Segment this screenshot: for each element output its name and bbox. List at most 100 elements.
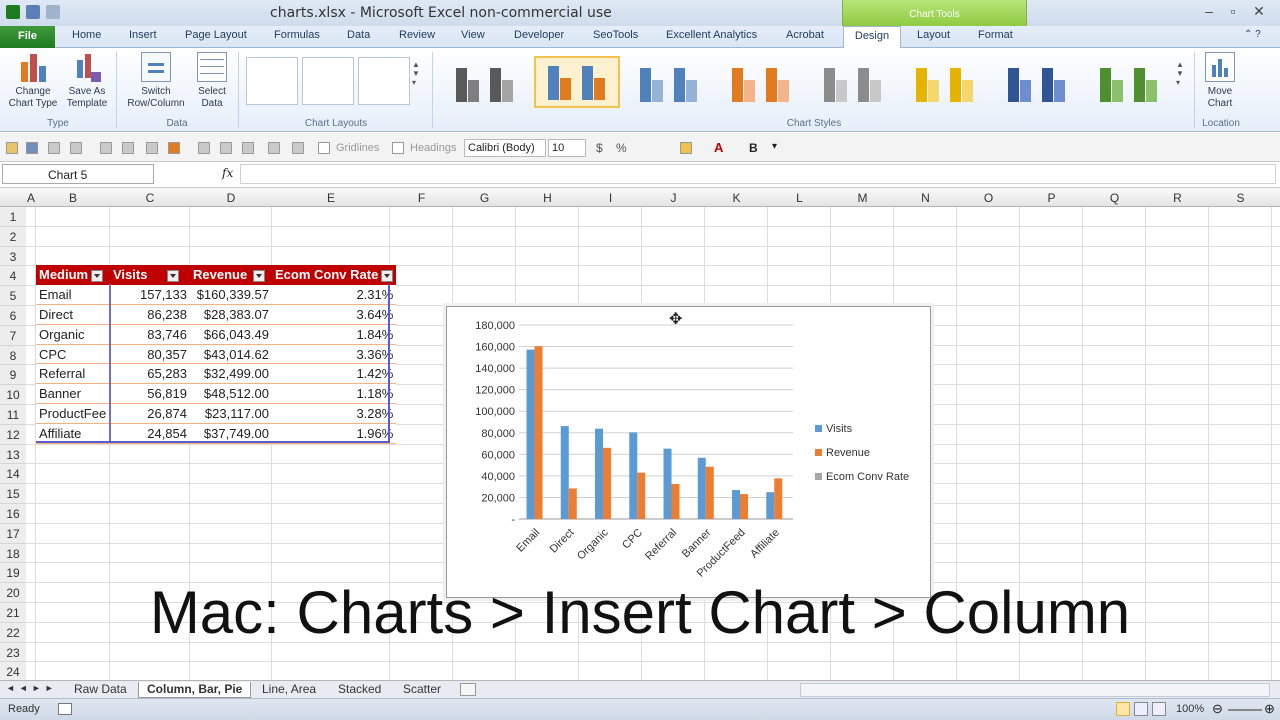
styles-scroll-icon[interactable]: ▲ ▼ ▾ bbox=[1176, 60, 1184, 87]
tab-developer[interactable]: Developer bbox=[514, 29, 564, 41]
tab-layout[interactable]: Layout bbox=[917, 29, 950, 41]
layouts-scroll-icon[interactable]: ▲ ▼ ▾ bbox=[412, 60, 420, 87]
row-header[interactable]: 1 bbox=[0, 207, 26, 227]
zoom-level[interactable]: 100% bbox=[1176, 703, 1204, 715]
sheet-tab-stacked[interactable]: Stacked bbox=[330, 682, 389, 698]
row-header[interactable]: 9 bbox=[0, 365, 26, 386]
select-data-button[interactable]: Select Data bbox=[192, 52, 232, 110]
col-header-d[interactable]: D bbox=[190, 191, 272, 205]
row-header[interactable]: 18 bbox=[0, 543, 26, 564]
table-cell[interactable]: Email bbox=[36, 284, 110, 306]
col-header-n[interactable]: N bbox=[894, 191, 957, 205]
row-header[interactable]: 12 bbox=[0, 424, 26, 445]
font-color-icon[interactable]: A bbox=[714, 140, 723, 155]
zoom-in-icon[interactable]: ⊕ bbox=[1264, 701, 1275, 717]
table-cell[interactable]: $43,014.62 bbox=[190, 344, 272, 365]
maximize-icon[interactable]: ▫ bbox=[1224, 3, 1242, 19]
excel-logo-icon[interactable] bbox=[6, 5, 20, 19]
bold-button[interactable]: B bbox=[749, 141, 758, 155]
col-header-o[interactable]: O bbox=[957, 191, 1020, 205]
sheet-tab-line-area[interactable]: Line, Area bbox=[254, 682, 324, 698]
table-cell[interactable]: ProductFee bbox=[36, 403, 110, 424]
font-family-select[interactable]: Calibri (Body) bbox=[464, 139, 546, 157]
col-header-s[interactable]: S bbox=[1209, 191, 1272, 205]
chart-style-6-thumbnail[interactable] bbox=[902, 56, 988, 108]
help-icon[interactable]: ⌃ ? bbox=[1244, 29, 1261, 40]
chart-style-4-thumbnail[interactable] bbox=[718, 56, 804, 108]
table-cell[interactable]: 1.42% bbox=[272, 363, 397, 385]
table-cell[interactable]: 3.36% bbox=[272, 344, 397, 365]
col-header-r[interactable]: R bbox=[1146, 191, 1209, 205]
row-header[interactable]: 16 bbox=[0, 504, 26, 524]
filter-dropdown-icon[interactable] bbox=[381, 269, 394, 282]
col-header-q[interactable]: Q bbox=[1083, 191, 1146, 205]
table-cell[interactable]: 26,874 bbox=[110, 403, 190, 424]
col-header-g[interactable]: G bbox=[453, 191, 516, 205]
table-cell[interactable]: $48,512.00 bbox=[190, 383, 272, 405]
tab-format[interactable]: Format bbox=[978, 29, 1013, 41]
tab-file[interactable]: File bbox=[0, 26, 55, 48]
chart-style-7-thumbnail[interactable] bbox=[994, 56, 1080, 108]
save-as-template-button[interactable]: Save As Template bbox=[62, 52, 112, 110]
col-header-j[interactable]: J bbox=[642, 191, 705, 205]
table-cell[interactable]: 1.84% bbox=[272, 324, 397, 345]
table-cell[interactable]: 3.28% bbox=[272, 403, 397, 424]
toolbar-icon[interactable] bbox=[48, 142, 60, 154]
table-header-cell[interactable]: Medium bbox=[36, 265, 110, 285]
sheet-nav-arrows-icon[interactable]: ◄◄►► bbox=[6, 683, 58, 693]
row-header[interactable]: 10 bbox=[0, 385, 26, 405]
table-cell[interactable]: $66,043.49 bbox=[190, 324, 272, 345]
table-cell[interactable]: $23,117.00 bbox=[190, 403, 272, 424]
page-layout-view-icon[interactable] bbox=[1134, 702, 1148, 716]
tab-data[interactable]: Data bbox=[347, 29, 370, 41]
row-header[interactable]: 11 bbox=[0, 405, 26, 425]
toolbar-overflow-icon[interactable]: ▾ bbox=[772, 141, 777, 152]
table-cell[interactable]: 83,746 bbox=[110, 324, 190, 345]
minimize-icon[interactable]: – bbox=[1200, 3, 1218, 19]
sheet-tab-scatter[interactable]: Scatter bbox=[395, 682, 449, 698]
table-cell[interactable]: 65,283 bbox=[110, 363, 190, 385]
col-header-l[interactable]: L bbox=[768, 191, 831, 205]
chart-layout-2-thumbnail[interactable] bbox=[302, 57, 354, 105]
page-break-view-icon[interactable] bbox=[1152, 702, 1166, 716]
row-header[interactable]: 17 bbox=[0, 523, 26, 544]
tab-insert[interactable]: Insert bbox=[129, 29, 157, 41]
undo-icon[interactable] bbox=[46, 5, 60, 19]
table-cell[interactable]: 3.64% bbox=[272, 304, 397, 325]
chart-layout-1-thumbnail[interactable] bbox=[246, 57, 298, 105]
table-cell[interactable]: 2.31% bbox=[272, 284, 397, 306]
col-header-i[interactable]: I bbox=[579, 191, 642, 205]
row-header[interactable]: 3 bbox=[0, 246, 26, 267]
tab-acrobat[interactable]: Acrobat bbox=[786, 29, 824, 41]
insert-sheet-icon[interactable] bbox=[460, 683, 476, 696]
normal-view-icon[interactable] bbox=[1116, 702, 1130, 716]
toolbar-icon[interactable] bbox=[122, 142, 134, 154]
name-box[interactable]: Chart 5 bbox=[2, 164, 154, 184]
table-cell[interactable]: 56,819 bbox=[110, 383, 190, 405]
table-cell[interactable]: 1.18% bbox=[272, 383, 397, 405]
table-cell[interactable]: 86,238 bbox=[110, 304, 190, 325]
tab-seotools[interactable]: SeoTools bbox=[593, 29, 638, 41]
tab-design[interactable]: Design bbox=[843, 26, 901, 49]
table-cell[interactable]: $160,339.57 bbox=[190, 284, 272, 306]
row-header[interactable]: 14 bbox=[0, 464, 26, 485]
macro-record-icon[interactable] bbox=[58, 703, 72, 715]
col-header-h[interactable]: H bbox=[516, 191, 579, 205]
currency-button[interactable]: $ bbox=[596, 141, 603, 155]
table-cell[interactable]: Referral bbox=[36, 363, 110, 385]
zoom-out-icon[interactable]: ⊖ bbox=[1212, 701, 1223, 717]
chart-style-2-thumbnail[interactable] bbox=[534, 56, 620, 108]
chart-icon[interactable] bbox=[168, 142, 180, 154]
insert-function-icon[interactable]: fx bbox=[222, 166, 233, 180]
table-cell[interactable]: $28,383.07 bbox=[190, 304, 272, 325]
tab-view[interactable]: View bbox=[461, 29, 485, 41]
percent-button[interactable]: % bbox=[616, 141, 627, 155]
toolbar-icon[interactable] bbox=[292, 142, 304, 154]
toolbar-icon[interactable] bbox=[268, 142, 280, 154]
row-header[interactable]: 7 bbox=[0, 325, 26, 346]
toolbar-icon[interactable] bbox=[100, 142, 112, 154]
filter-dropdown-icon[interactable] bbox=[253, 269, 266, 282]
row-header[interactable]: 6 bbox=[0, 306, 26, 326]
toolbar-icon[interactable] bbox=[6, 142, 18, 154]
tab-excellent-analytics[interactable]: Excellent Analytics bbox=[666, 29, 757, 41]
